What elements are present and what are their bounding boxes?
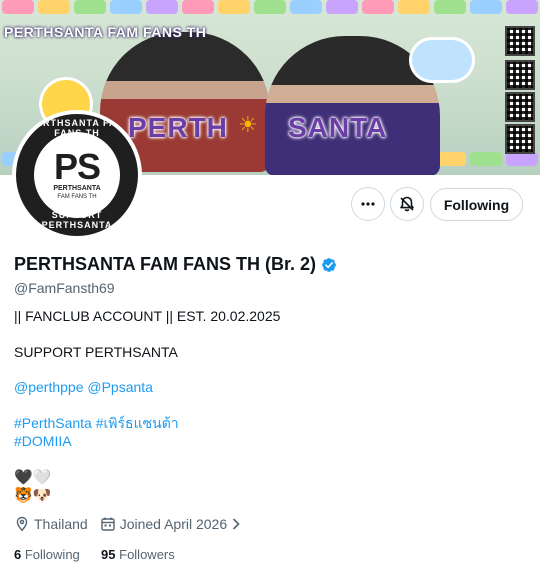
bio-hashtags: #DOMIIA <box>14 432 72 450</box>
hashtag-link[interactable]: #เพิร์ธแซนต้า <box>96 415 179 431</box>
banner-word-perth: PERTH <box>128 112 228 143</box>
bio-mentions: @perthppe @Ppsanta <box>14 378 153 396</box>
display-name-text: PERTHSANTA FAM FANS TH (Br. 2) <box>14 254 317 274</box>
profile-avatar[interactable]: PERTHSANTA FAM FANS TH PS PERTHSANTA FAM… <box>12 110 142 240</box>
location-icon <box>16 516 28 532</box>
qr-code <box>505 26 535 56</box>
hashtag-link[interactable]: #DOMIIA <box>14 433 72 449</box>
bio-hashtags: #PerthSanta #เพิร์ธแซนต้า <box>14 414 179 432</box>
following-count: 6 <box>14 547 22 562</box>
follow-stats: 6 Following 95 Followers <box>14 547 175 562</box>
mention-link[interactable]: @Ppsanta <box>87 379 153 395</box>
bell-icon <box>400 196 414 212</box>
followers-stat[interactable]: 95 Followers <box>101 547 175 562</box>
avatar-logo: PERTHSANTA FAM FANS TH PS PERTHSANTA FAM… <box>16 114 138 236</box>
followers-count: 95 <box>101 547 116 562</box>
notifications-button[interactable] <box>390 187 424 221</box>
following-label: Following <box>24 547 80 562</box>
location-text: Thailand <box>34 516 88 532</box>
following-button[interactable]: Following <box>430 188 523 221</box>
bio-line: || FANCLUB ACCOUNT || EST. 20.02.2025 <box>14 308 281 324</box>
following-stat[interactable]: 6 Following <box>14 547 80 562</box>
profile-meta: Thailand Joined April 2026 <box>14 516 241 532</box>
chevron-right-icon[interactable] <box>231 517 241 531</box>
avatar-logo-sub: PERTHSANTA <box>53 184 101 192</box>
qr-code <box>505 60 535 90</box>
sun-icon: ☀ <box>238 112 258 137</box>
cloud-sticker <box>412 40 472 80</box>
avatar-logo-ps: PS <box>53 145 101 187</box>
more-icon <box>361 202 375 206</box>
bio-line: SUPPORT PERTHSANTA <box>14 344 178 360</box>
joined-text: Joined April 2026 <box>119 516 228 532</box>
mention-link[interactable]: @perthppe <box>14 379 83 395</box>
banner-word-santa: SANTA <box>288 112 388 143</box>
profile-handle: @FamFansth69 <box>14 280 115 296</box>
hashtag-link[interactable]: #PerthSanta <box>14 415 92 431</box>
qr-code <box>505 124 535 154</box>
avatar-logo-sub2: FAM FANS TH <box>57 193 97 200</box>
verified-badge-icon[interactable] <box>320 256 338 274</box>
avatar-arc-bottom: SUPPORT PERTHSANTA <box>41 210 113 230</box>
banner-title: PERTHSANTA FAM FANS TH <box>4 24 207 40</box>
avatar-logo-center: PS PERTHSANTA FAM FANS TH <box>34 132 120 218</box>
bio-emoji-row: 🐯🐶 <box>14 487 52 504</box>
qr-code <box>505 92 535 122</box>
more-button[interactable] <box>351 187 385 221</box>
followers-label: Followers <box>119 547 175 562</box>
calendar-icon <box>101 517 115 531</box>
bio-emoji-row: 🖤🤍 <box>14 469 52 486</box>
display-name: PERTHSANTA FAM FANS TH (Br. 2) <box>14 254 338 275</box>
banner-stripe-top <box>0 0 540 14</box>
